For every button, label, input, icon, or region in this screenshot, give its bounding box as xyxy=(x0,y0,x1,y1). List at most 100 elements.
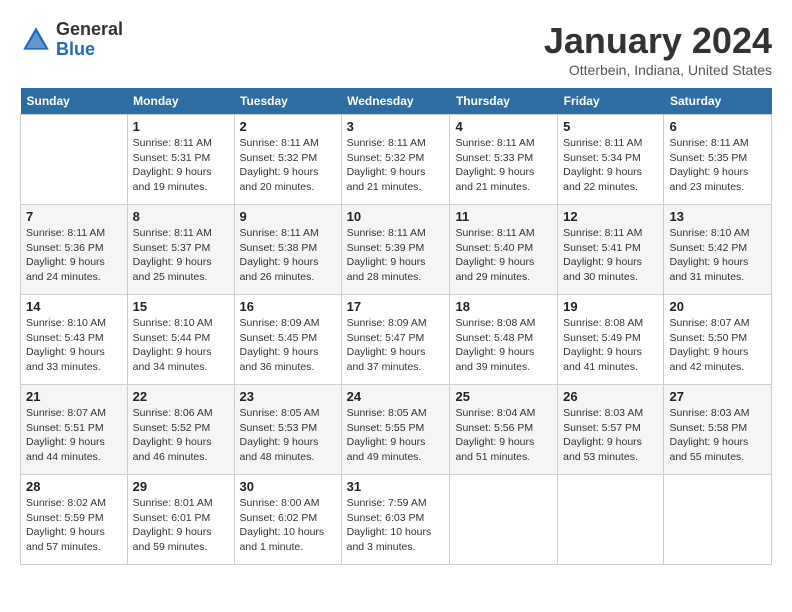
day-info: Sunrise: 8:10 AM Sunset: 5:43 PM Dayligh… xyxy=(26,316,122,375)
day-info: Sunrise: 8:09 AM Sunset: 5:45 PM Dayligh… xyxy=(240,316,336,375)
day-info: Sunrise: 8:10 AM Sunset: 5:44 PM Dayligh… xyxy=(133,316,229,375)
day-info: Sunrise: 8:11 AM Sunset: 5:38 PM Dayligh… xyxy=(240,226,336,285)
calendar-body: 1Sunrise: 8:11 AM Sunset: 5:31 PM Daylig… xyxy=(21,115,772,565)
day-number: 15 xyxy=(133,299,229,314)
calendar-cell: 4 Sunrise: 8:11 AM Sunset: 5:33 PM Daylig… xyxy=(450,115,558,205)
day-header-wednesday: Wednesday xyxy=(341,88,450,115)
calendar-cell: 3 Sunrise: 8:11 AM Sunset: 5:32 PM Daylig… xyxy=(341,115,450,205)
day-number: 23 xyxy=(240,389,336,404)
calendar-cell xyxy=(21,115,128,205)
calendar-cell: 31 Sunrise: 7:59 AM Sunset: 6:03 PM Dayli… xyxy=(341,475,450,565)
title-section: January 2024 Otterbein, Indiana, United … xyxy=(544,20,772,78)
calendar-cell: 23Sunrise: 8:05 AM Sunset: 5:53 PM Dayli… xyxy=(234,385,341,475)
day-number: 7 xyxy=(26,209,122,224)
calendar-cell: 21 Sunrise: 8:07 AM Sunset: 5:51 PM Dayli… xyxy=(21,385,128,475)
page-header: General Blue January 2024 Otterbein, Ind… xyxy=(20,20,772,78)
day-number: 28 xyxy=(26,479,122,494)
calendar-cell: 17 Sunrise: 8:09 AM Sunset: 5:47 PM Dayli… xyxy=(341,295,450,385)
day-info: Sunrise: 8:07 AM Sunset: 5:51 PM Dayligh… xyxy=(26,406,122,465)
day-number: 10 xyxy=(347,209,445,224)
calendar-cell: 11Sunrise: 8:11 AM Sunset: 5:40 PM Dayli… xyxy=(450,205,558,295)
day-info: Sunrise: 8:11 AM Sunset: 5:41 PM Dayligh… xyxy=(563,226,658,285)
day-info: Sunrise: 8:11 AM Sunset: 5:39 PM Dayligh… xyxy=(347,226,445,285)
calendar-cell: 24 Sunrise: 8:05 AM Sunset: 5:55 PM Dayli… xyxy=(341,385,450,475)
day-header-tuesday: Tuesday xyxy=(234,88,341,115)
day-number: 31 xyxy=(347,479,445,494)
day-info: Sunrise: 8:08 AM Sunset: 5:48 PM Dayligh… xyxy=(455,316,552,375)
day-header-sunday: Sunday xyxy=(21,88,128,115)
day-number: 1 xyxy=(133,119,229,134)
day-info: Sunrise: 8:02 AM Sunset: 5:59 PM Dayligh… xyxy=(26,496,122,555)
day-header-friday: Friday xyxy=(558,88,664,115)
day-number: 18 xyxy=(455,299,552,314)
calendar-cell: 22 Sunrise: 8:06 AM Sunset: 5:52 PM Dayli… xyxy=(127,385,234,475)
day-number: 8 xyxy=(133,209,229,224)
day-info: Sunrise: 8:03 AM Sunset: 5:58 PM Dayligh… xyxy=(669,406,766,465)
day-number: 20 xyxy=(669,299,766,314)
logo-blue-text: Blue xyxy=(56,40,123,60)
day-info: Sunrise: 8:04 AM Sunset: 5:56 PM Dayligh… xyxy=(455,406,552,465)
day-info: Sunrise: 8:11 AM Sunset: 5:32 PM Dayligh… xyxy=(347,136,445,195)
calendar-cell xyxy=(558,475,664,565)
day-info: Sunrise: 8:07 AM Sunset: 5:50 PM Dayligh… xyxy=(669,316,766,375)
day-info: Sunrise: 8:11 AM Sunset: 5:34 PM Dayligh… xyxy=(563,136,658,195)
day-header-thursday: Thursday xyxy=(450,88,558,115)
calendar-cell: 6Sunrise: 8:11 AM Sunset: 5:35 PM Daylig… xyxy=(664,115,772,205)
day-info: Sunrise: 8:06 AM Sunset: 5:52 PM Dayligh… xyxy=(133,406,229,465)
calendar-cell xyxy=(664,475,772,565)
month-title: January 2024 xyxy=(544,20,772,62)
calendar-cell: 1Sunrise: 8:11 AM Sunset: 5:31 PM Daylig… xyxy=(127,115,234,205)
day-number: 13 xyxy=(669,209,766,224)
day-number: 24 xyxy=(347,389,445,404)
week-row-5: 28 Sunrise: 8:02 AM Sunset: 5:59 PM Dayli… xyxy=(21,475,772,565)
day-number: 2 xyxy=(240,119,336,134)
calendar-cell: 2 Sunrise: 8:11 AM Sunset: 5:32 PM Daylig… xyxy=(234,115,341,205)
calendar-cell: 13 Sunrise: 8:10 AM Sunset: 5:42 PM Dayli… xyxy=(664,205,772,295)
calendar-cell: 30Sunrise: 8:00 AM Sunset: 6:02 PM Dayli… xyxy=(234,475,341,565)
calendar-cell: 28 Sunrise: 8:02 AM Sunset: 5:59 PM Dayli… xyxy=(21,475,128,565)
day-number: 5 xyxy=(563,119,658,134)
day-header-saturday: Saturday xyxy=(664,88,772,115)
day-number: 21 xyxy=(26,389,122,404)
header-row: SundayMondayTuesdayWednesdayThursdayFrid… xyxy=(21,88,772,115)
day-info: Sunrise: 8:11 AM Sunset: 5:32 PM Dayligh… xyxy=(240,136,336,195)
calendar-cell: 7 Sunrise: 8:11 AM Sunset: 5:36 PM Daylig… xyxy=(21,205,128,295)
day-info: Sunrise: 8:05 AM Sunset: 5:55 PM Dayligh… xyxy=(347,406,445,465)
calendar-cell: 27Sunrise: 8:03 AM Sunset: 5:58 PM Dayli… xyxy=(664,385,772,475)
day-info: Sunrise: 8:09 AM Sunset: 5:47 PM Dayligh… xyxy=(347,316,445,375)
calendar-cell: 14 Sunrise: 8:10 AM Sunset: 5:43 PM Dayli… xyxy=(21,295,128,385)
week-row-1: 1Sunrise: 8:11 AM Sunset: 5:31 PM Daylig… xyxy=(21,115,772,205)
day-number: 19 xyxy=(563,299,658,314)
calendar-cell: 9 Sunrise: 8:11 AM Sunset: 5:38 PM Daylig… xyxy=(234,205,341,295)
calendar-cell: 26 Sunrise: 8:03 AM Sunset: 5:57 PM Dayli… xyxy=(558,385,664,475)
calendar-cell: 19Sunrise: 8:08 AM Sunset: 5:49 PM Dayli… xyxy=(558,295,664,385)
day-info: Sunrise: 8:11 AM Sunset: 5:36 PM Dayligh… xyxy=(26,226,122,285)
logo-general-text: General xyxy=(56,20,123,40)
day-info: Sunrise: 7:59 AM Sunset: 6:03 PM Dayligh… xyxy=(347,496,445,555)
day-number: 6 xyxy=(669,119,766,134)
day-number: 17 xyxy=(347,299,445,314)
day-info: Sunrise: 8:10 AM Sunset: 5:42 PM Dayligh… xyxy=(669,226,766,285)
day-info: Sunrise: 8:01 AM Sunset: 6:01 PM Dayligh… xyxy=(133,496,229,555)
day-number: 12 xyxy=(563,209,658,224)
calendar-cell: 5 Sunrise: 8:11 AM Sunset: 5:34 PM Daylig… xyxy=(558,115,664,205)
day-number: 22 xyxy=(133,389,229,404)
day-info: Sunrise: 8:11 AM Sunset: 5:37 PM Dayligh… xyxy=(133,226,229,285)
day-number: 30 xyxy=(240,479,336,494)
day-number: 9 xyxy=(240,209,336,224)
calendar-cell xyxy=(450,475,558,565)
day-number: 14 xyxy=(26,299,122,314)
logo: General Blue xyxy=(20,20,123,60)
calendar-cell: 15 Sunrise: 8:10 AM Sunset: 5:44 PM Dayli… xyxy=(127,295,234,385)
calendar-table: SundayMondayTuesdayWednesdayThursdayFrid… xyxy=(20,88,772,565)
week-row-4: 21 Sunrise: 8:07 AM Sunset: 5:51 PM Dayli… xyxy=(21,385,772,475)
calendar-cell: 12 Sunrise: 8:11 AM Sunset: 5:41 PM Dayli… xyxy=(558,205,664,295)
logo-icon xyxy=(20,24,52,56)
day-info: Sunrise: 8:11 AM Sunset: 5:33 PM Dayligh… xyxy=(455,136,552,195)
week-row-2: 7 Sunrise: 8:11 AM Sunset: 5:36 PM Daylig… xyxy=(21,205,772,295)
day-number: 4 xyxy=(455,119,552,134)
day-info: Sunrise: 8:03 AM Sunset: 5:57 PM Dayligh… xyxy=(563,406,658,465)
day-number: 25 xyxy=(455,389,552,404)
day-number: 26 xyxy=(563,389,658,404)
day-number: 3 xyxy=(347,119,445,134)
